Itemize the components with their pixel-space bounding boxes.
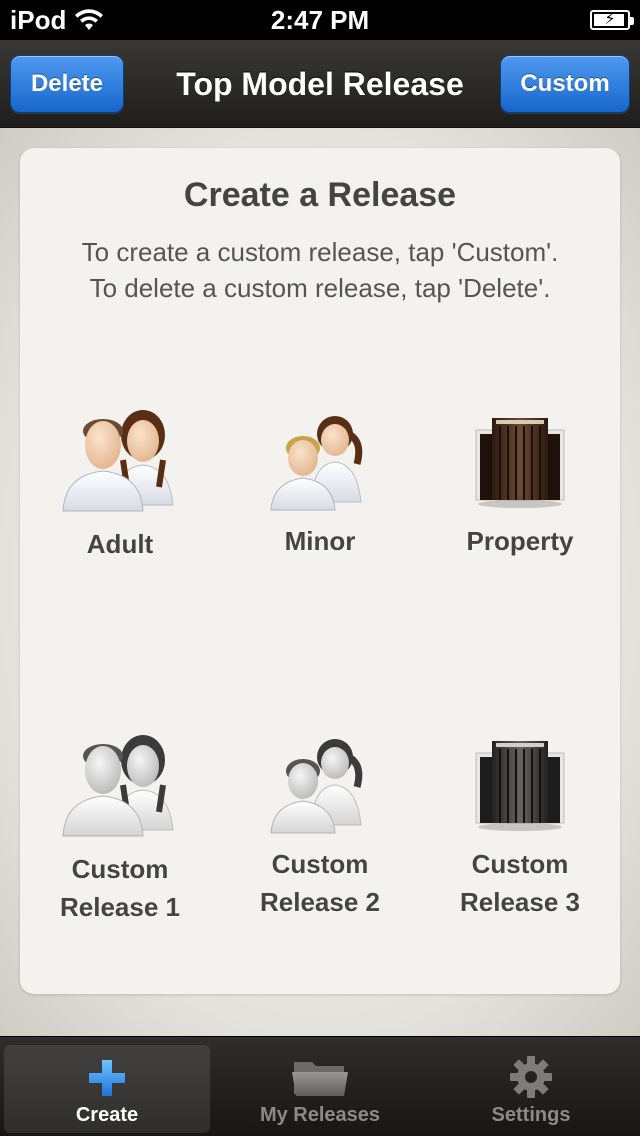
tab-settings[interactable]: Settings — [428, 1045, 634, 1133]
wifi-icon — [75, 9, 104, 30]
gear-icon — [510, 1056, 552, 1098]
status-bar: iPod 2:47 PM ⚡ — [0, 0, 640, 40]
tile-custom-release-3-line2: Release 3 — [460, 887, 580, 917]
tile-property-label: Property — [466, 526, 574, 556]
tile-custom-release-1-label: Custom Release 1 — [60, 850, 180, 926]
card-title: Create a Release — [183, 176, 457, 214]
tile-minor[interactable]: Minor — [220, 412, 420, 560]
card-instruction-custom: To create a custom release, tap 'Custom'… — [81, 237, 559, 267]
tab-bar: Create My Releases Settings — [0, 1036, 640, 1136]
tile-custom-release-3-label: Custom Release 3 — [460, 845, 580, 921]
tile-adult[interactable]: Adult — [20, 405, 220, 563]
tile-custom-release-3[interactable]: Custom Release 3 — [420, 735, 620, 921]
tile-custom-release-2-line1: Custom — [271, 849, 369, 879]
battery-icon: ⚡ — [590, 10, 634, 30]
plus-icon — [89, 1060, 125, 1096]
custom-button[interactable]: Custom — [500, 55, 630, 113]
tile-custom-release-2-label: Custom Release 2 — [260, 845, 380, 921]
status-left: iPod — [10, 5, 210, 36]
tab-settings-label: Settings — [491, 1104, 571, 1126]
navigation-bar: Delete Top Model Release Custom — [0, 40, 640, 128]
carrier-label: iPod — [10, 4, 67, 35]
tile-custom-release-1-line2: Release 1 — [60, 892, 180, 922]
delete-button[interactable]: Delete — [10, 55, 124, 113]
status-time: 2:47 PM — [270, 4, 370, 35]
minor-people-icon — [270, 416, 363, 511]
custom-minor-people-icon — [270, 739, 363, 834]
status-right: ⚡ — [430, 10, 634, 30]
tab-my-releases-label: My Releases — [259, 1104, 381, 1126]
tile-custom-release-2-line2: Release 2 — [260, 887, 380, 917]
folder-icon — [292, 1062, 348, 1096]
tile-property[interactable]: Property — [420, 412, 620, 560]
card-instruction-delete: To delete a custom release, tap 'Delete'… — [89, 273, 551, 303]
tab-create[interactable]: Create — [4, 1045, 210, 1133]
tile-adult-label: Adult — [86, 529, 154, 559]
nav-title: Top Model Release — [176, 65, 464, 102]
tab-create-label: Create — [75, 1104, 139, 1126]
tile-custom-release-3-line1: Custom — [471, 849, 569, 879]
adult-people-icon — [62, 410, 174, 512]
tab-my-releases[interactable]: My Releases — [217, 1045, 423, 1133]
tile-custom-release-1-line1: Custom — [71, 854, 169, 884]
tile-custom-release-1[interactable]: Custom Release 1 — [20, 730, 220, 926]
custom-property-building-icon — [475, 741, 565, 831]
tile-custom-release-2[interactable]: Custom Release 2 — [220, 735, 420, 921]
custom-adult-people-icon — [62, 735, 174, 837]
tile-minor-label: Minor — [284, 526, 356, 556]
property-building-icon — [475, 418, 565, 508]
